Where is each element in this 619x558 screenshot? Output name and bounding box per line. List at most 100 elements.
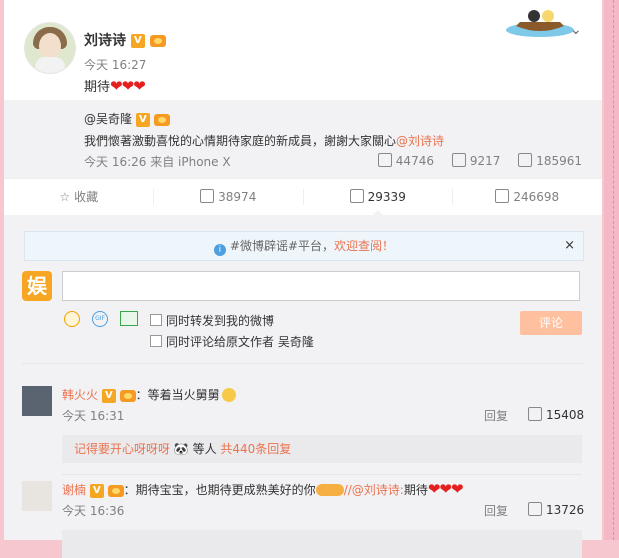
commenter-name[interactable]: 谢楠 [62,483,86,497]
retweet-repost-count: 44746 [395,154,434,168]
submit-comment-button[interactable]: 评论 [520,311,582,335]
commenter-avatar[interactable] [22,386,52,416]
like-button[interactable]: 246698 [453,179,603,215]
vip-crown-icon [149,35,166,47]
post-time[interactable]: 今天 16:27 [84,56,146,73]
page-side-stripe [604,0,619,540]
verified-v-icon: V [135,112,150,127]
close-icon[interactable]: × [564,232,575,260]
heart-emoji-icons: ❤❤❤ [427,480,464,498]
retweet-block: @吴奇隆 V 我們懷著激動喜悅的心情期待家庭的新成員，謝謝大家關心@刘诗诗 今天… [4,100,602,178]
notice-text: #微博辟谣#平台， [229,239,335,253]
vip-crown-icon [107,484,124,497]
divider [303,189,304,205]
thumbs-up-icon [528,502,542,516]
sub-reply-text: 🐼 等人 [170,442,221,456]
retweet-time-source[interactable]: 今天 16:26 来自 iPhone X [84,153,231,170]
comment-count: 29339 [367,190,406,204]
commenter-avatar[interactable] [22,481,52,511]
action-bar: ☆ 收藏 38974 29339 246698 [4,178,602,216]
retweet-text: 我們懷著激動喜悅的心情期待家庭的新成員，謝謝大家關心 [84,134,397,148]
sub-reply-summary[interactable] [62,530,582,558]
divider [452,189,453,205]
comment-author-checkbox[interactable] [150,335,162,347]
commenter-name[interactable]: 韩火火 [62,388,98,402]
repost-icon [200,189,215,203]
retweet-mention-link[interactable]: @刘诗诗 [396,134,444,148]
divider [153,189,154,205]
avatar-face [39,33,61,59]
boat-decoration-icon [506,10,574,37]
comment-like-button[interactable]: 13726 [528,502,584,517]
post-text: 期待 [84,80,111,95]
post-menu-chevron-icon[interactable]: ⌄ [570,22,582,38]
avatar-body [35,57,65,73]
repost-button[interactable]: 38974 [154,179,304,215]
comment-time: 今天 16:31 [62,409,125,423]
retweet-comment-count: 9217 [469,154,501,168]
comment-mention-link[interactable]: //@刘诗诗: [344,483,404,497]
comment-text: ：等着当火舅舅 [135,388,220,402]
comment-icon [349,189,364,203]
vip-crown-icon [153,113,170,126]
reply-button[interactable]: 回复 [484,502,508,519]
image-icon[interactable] [120,311,138,326]
comment-like-count: 15408 [546,408,585,422]
verified-v-icon: V [89,483,104,498]
stripe-border [613,0,615,540]
author-name-row: 刘诗诗 V [84,30,166,50]
verified-v-icon: V [101,388,116,403]
divider [62,474,582,475]
notice-link[interactable]: 欢迎查阅！ [334,239,394,253]
comments-panel: i #微博辟谣#平台，欢迎查阅！ × 娱 GIF 同时转发到我的微博 同时评论给原… [4,215,602,558]
star-icon: ☆ [59,190,71,204]
gif-icon[interactable]: GIF [92,311,108,327]
thumbs-up-icon [518,153,533,167]
repost-count: 38974 [218,190,257,204]
comment-row: 韩火火 V ：等着当火舅舅 [62,386,236,403]
comment-text: ：期待宝宝，也期待更成熟美好的你 [123,483,316,497]
post-text-row: 期待❤❤❤ [84,76,146,95]
reply-button[interactable]: 回复 [484,407,508,424]
retweet-text-row: 我們懷著激動喜悅的心情期待家庭的新成員，謝謝大家關心@刘诗诗 [84,132,444,149]
divider [22,363,584,364]
comment-like-count: 13726 [546,503,585,517]
comment-icon [451,153,466,167]
author-name[interactable]: 刘诗诗 [84,33,126,49]
comment-input[interactable] [62,271,580,301]
rumor-notice-banner: i #微博辟谣#平台，欢迎查阅！ × [24,231,584,261]
comment-author-option-label: 同时评论给原文作者 吴奇隆 [166,335,314,349]
info-icon: i [213,244,226,256]
thinking-emoji-icon [221,388,236,402]
applause-emoji-icon [315,484,344,496]
favorite-button[interactable]: ☆ 收藏 [4,179,154,215]
repost-checkbox[interactable] [150,314,162,326]
vip-crown-icon [119,389,136,402]
retweet-author[interactable]: @吴奇隆 [84,112,132,126]
heart-emoji-icons: ❤❤❤ [110,77,146,95]
comment-text-2: 期待 [403,483,428,497]
sub-reply-summary[interactable]: 记得要开心呀呀呀 🐼 等人 共440条回复 [62,435,582,463]
sub-reply-count-link[interactable]: 共440条回复 [220,442,291,456]
retweet-like-count: 185961 [536,154,582,168]
comment-row: 谢楠 V ：期待宝宝，也期待更成熟美好的你 //@刘诗诗:期待❤❤❤ [62,480,464,498]
favorite-label: 收藏 [74,190,99,204]
comment-like-button[interactable]: 15408 [528,407,584,422]
retweet-repost-stat[interactable]: 44746 [377,153,434,168]
repost-icon [377,153,392,167]
repost-option-label: 同时转发到我的微博 [166,314,275,328]
emoji-icon[interactable] [64,311,80,327]
thumbs-up-icon [495,189,510,203]
comment-time: 今天 16:36 [62,504,125,518]
like-count: 246698 [513,190,560,204]
comment-button[interactable]: 29339 [303,179,453,216]
thumbs-up-icon [528,407,542,421]
entertainment-logo: 娱 [22,271,52,301]
retweet-like-stat[interactable]: 185961 [518,153,582,168]
verified-v-icon: V [130,34,145,48]
author-avatar[interactable] [24,22,76,74]
retweet-author-row: @吴奇隆 V [84,110,170,127]
retweet-comment-stat[interactable]: 9217 [451,153,501,168]
retweet-stats: 44746 9217 185961 [364,153,582,168]
sub-reply-user[interactable]: 记得要开心呀呀呀 [74,442,170,456]
